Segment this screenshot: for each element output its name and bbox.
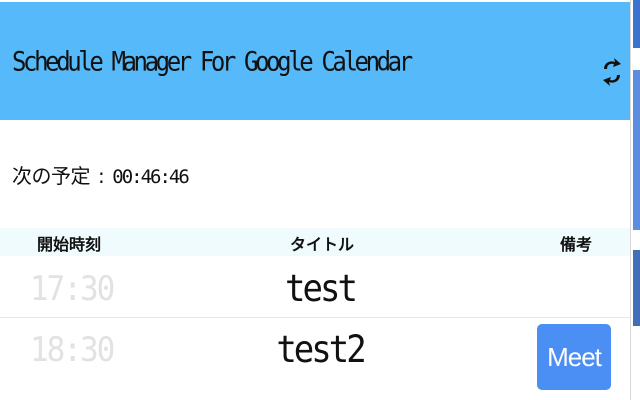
next-event-label: 次の予定 xyxy=(12,164,91,188)
column-notes: 備考 xyxy=(560,235,593,254)
event-start-time: 17:30 xyxy=(30,269,115,309)
column-start-time: 開始時刻 xyxy=(37,235,102,254)
event-title: test xyxy=(285,267,358,311)
app-header: Schedule Manager For Google Calendar xyxy=(0,2,630,120)
next-event-countdown: 00:46:46 xyxy=(112,166,190,188)
table-row: 17:30 test xyxy=(0,257,630,317)
background-page-edge xyxy=(633,250,640,326)
column-title: タイトル xyxy=(290,235,355,254)
background-page-edge xyxy=(633,0,640,48)
table-header: 開始時刻 タイトル 備考 xyxy=(0,228,630,256)
event-start-time: 18:30 xyxy=(30,330,115,370)
next-event-separator: : xyxy=(98,164,105,188)
table-row: 18:30 test2 Meet xyxy=(0,317,630,390)
event-title: test2 xyxy=(276,328,366,372)
extension-popup: Schedule Manager For Google Calendar 次の予… xyxy=(0,0,631,400)
next-event: 次の予定:00:46:46 xyxy=(12,160,190,189)
meet-button[interactable]: Meet xyxy=(537,324,611,390)
background-page-edge xyxy=(633,70,640,230)
refresh-button[interactable] xyxy=(596,54,628,90)
refresh-icon xyxy=(603,58,621,86)
app-title: Schedule Manager For Google Calendar xyxy=(12,46,413,78)
